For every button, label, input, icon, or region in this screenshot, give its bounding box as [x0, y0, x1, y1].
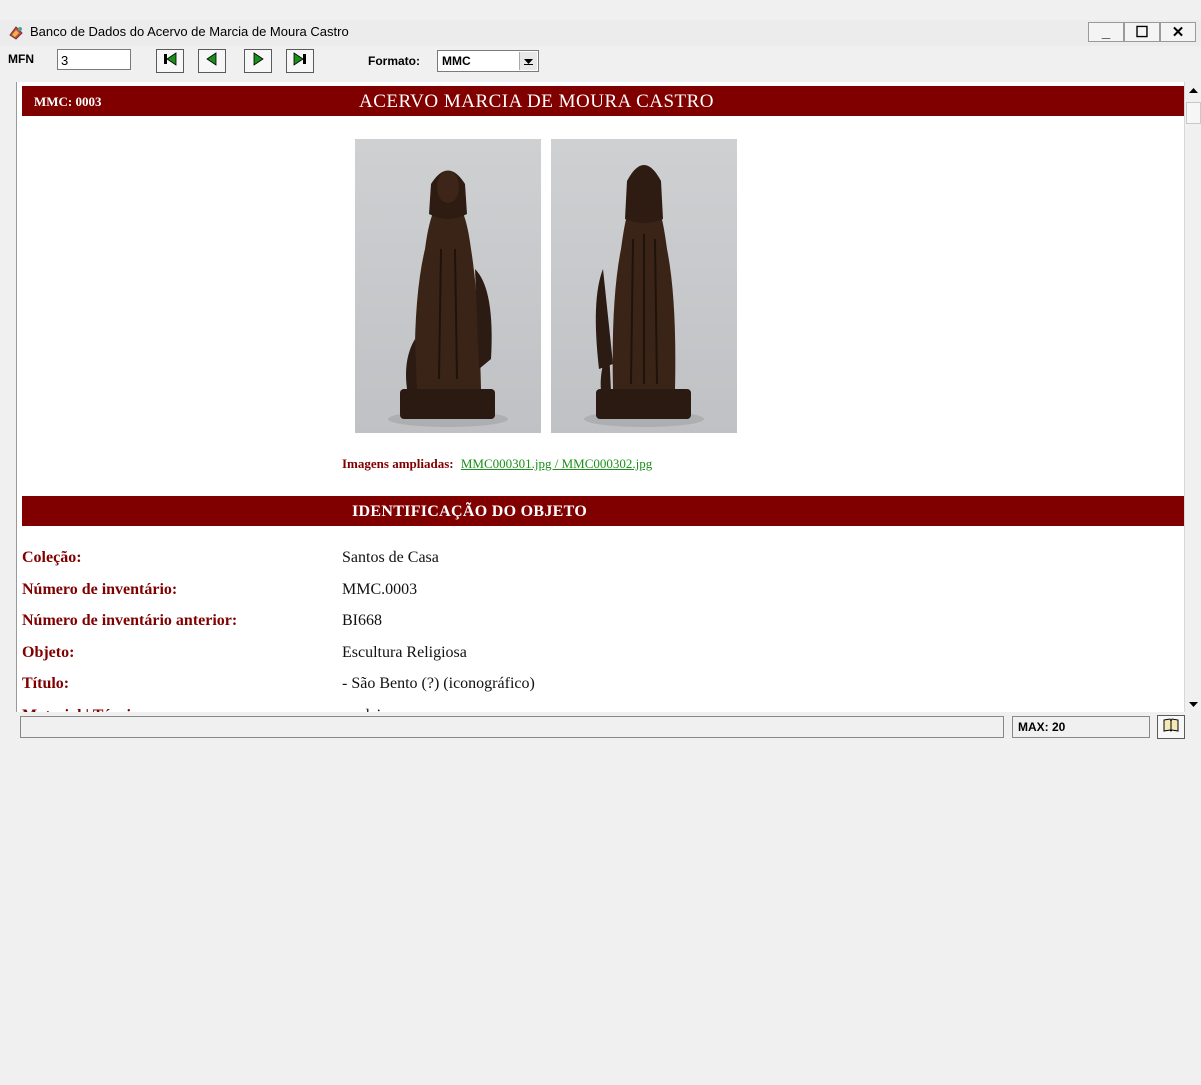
format-select-value: MMC: [442, 54, 471, 68]
app-icon: [8, 25, 24, 41]
section-header: IDENTIFICAÇÃO DO OBJETO: [22, 496, 1185, 526]
field-label: Coleção:: [22, 549, 82, 566]
enlarged-images-line: Imagens ampliadas: MMC000301.jpg / MMC00…: [342, 456, 652, 472]
object-photo-back: [551, 139, 737, 433]
first-record-icon: [162, 51, 178, 71]
format-label: Formato:: [368, 54, 420, 68]
record-header: MMC: 0003 ACERVO MARCIA DE MOURA CASTRO: [22, 86, 1185, 116]
record-code: MMC: 0003: [34, 94, 102, 109]
chevron-down-icon[interactable]: [519, 52, 537, 70]
field-value: - São Bento (?) (iconográfico): [342, 675, 535, 693]
enlarged-images-label: Imagens ampliadas:: [342, 456, 454, 471]
field-value: Escultura Religiosa: [342, 643, 467, 661]
book-button[interactable]: [1157, 715, 1185, 739]
minimize-button[interactable]: _: [1088, 22, 1124, 42]
max-records-panel: MAX: 20: [1012, 716, 1150, 738]
field-value: madeira: [342, 707, 394, 712]
scroll-up-icon[interactable]: [1185, 82, 1201, 99]
first-record-button[interactable]: [156, 49, 184, 73]
previous-record-button[interactable]: [198, 49, 226, 73]
status-bar: MAX: 20: [0, 714, 1201, 740]
last-record-button[interactable]: [286, 49, 314, 73]
status-panel: [20, 716, 1004, 738]
scroll-thumb[interactable]: [1186, 102, 1201, 124]
field-label: Objeto:: [22, 643, 75, 661]
field-value: Santos de Casa: [342, 549, 439, 566]
format-select[interactable]: MMC: [437, 50, 539, 72]
mfn-input[interactable]: 3: [57, 49, 131, 70]
toolbar: MFN 3 Formato: MMC: [0, 46, 1201, 80]
last-record-icon: [292, 51, 308, 71]
next-record-icon: [250, 51, 266, 71]
field-value: BI668: [342, 612, 382, 630]
section-title: IDENTIFICAÇÃO DO OBJETO: [352, 503, 588, 520]
field-label: Número de inventário anterior:: [22, 612, 238, 630]
window-title: Banco de Dados do Acervo de Marcia de Mo…: [30, 24, 349, 39]
next-record-button[interactable]: [244, 49, 272, 73]
field-label: Número de inventário:: [22, 580, 178, 598]
field-label: Material | Técnica:: [22, 707, 342, 712]
field-value: MMC.0003: [342, 580, 418, 598]
title-bar: Banco de Dados do Acervo de Marcia de Mo…: [0, 20, 1201, 47]
enlarged-images-link[interactable]: MMC000301.jpg / MMC000302.jpg: [461, 456, 652, 471]
record-heading: ACERVO MARCIA DE MOURA CASTRO: [359, 91, 715, 112]
close-button[interactable]: ✕: [1160, 22, 1196, 42]
maximize-button[interactable]: ☐: [1124, 22, 1160, 42]
previous-record-icon: [204, 51, 220, 71]
scroll-down-icon[interactable]: [1185, 695, 1201, 712]
mfn-label: MFN: [8, 52, 34, 66]
field-label: Título:: [22, 675, 70, 693]
object-photo-front: [355, 139, 541, 433]
app-window: Banco de Dados do Acervo de Marcia de Mo…: [0, 0, 1201, 1085]
record-view[interactable]: MMC: 0003 ACERVO MARCIA DE MOURA CASTRO: [16, 82, 1185, 712]
book-icon: [1162, 717, 1180, 738]
vertical-scrollbar[interactable]: [1184, 82, 1201, 712]
